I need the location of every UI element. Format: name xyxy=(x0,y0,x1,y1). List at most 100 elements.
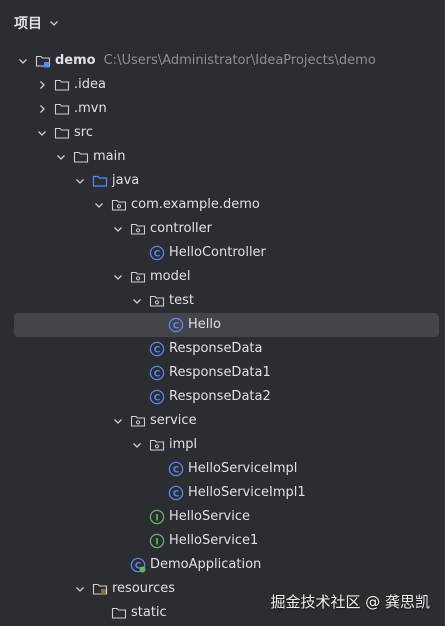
tree-node-label: .idea xyxy=(74,77,106,93)
interface-icon: I xyxy=(149,533,165,549)
tree-node[interactable]: impl xyxy=(0,433,445,457)
tree-node[interactable]: I HelloService xyxy=(0,505,445,529)
tree-node[interactable]: C ResponseData xyxy=(0,337,445,361)
tree-node[interactable]: C DemoApplication xyxy=(0,553,445,577)
tree-node[interactable]: java xyxy=(0,169,445,193)
node-name: ResponseData2 xyxy=(169,389,271,404)
tree-node-label: ResponseData xyxy=(169,341,262,357)
package-icon xyxy=(149,293,165,309)
node-name: ResponseData xyxy=(169,341,263,356)
folder-icon xyxy=(111,605,127,621)
chevron-right-icon[interactable] xyxy=(36,79,48,91)
tree-node-label: .mvn xyxy=(74,101,107,117)
tree-node[interactable]: src xyxy=(0,121,445,145)
svg-text:I: I xyxy=(155,513,158,523)
chevron-down-icon[interactable] xyxy=(74,175,86,187)
tree-node-label: static xyxy=(131,605,167,621)
interface-icon: I xyxy=(149,509,165,525)
tree-node-label: HelloServiceImpl1 xyxy=(188,485,306,501)
tree-node[interactable]: C HelloServiceImpl xyxy=(0,457,445,481)
svg-text:C: C xyxy=(173,465,180,475)
tree-node[interactable]: service xyxy=(0,409,445,433)
tree-node[interactable]: .mvn xyxy=(0,97,445,121)
tree-node[interactable]: C HelloServiceImpl1 xyxy=(0,481,445,505)
svg-text:C: C xyxy=(154,249,161,259)
tree-node[interactable]: main xyxy=(0,145,445,169)
node-name: HelloServiceImpl xyxy=(188,461,298,476)
class-icon: C xyxy=(168,461,184,477)
chevron-down-icon[interactable] xyxy=(36,127,48,139)
node-name: test xyxy=(169,293,194,308)
chevron-down-icon[interactable] xyxy=(17,55,29,67)
chevron-down-icon[interactable] xyxy=(74,583,86,595)
folder-icon xyxy=(54,101,70,117)
svg-text:C: C xyxy=(154,369,161,379)
class-icon: C xyxy=(149,245,165,261)
node-name: java xyxy=(112,173,140,188)
svg-text:I: I xyxy=(155,537,158,547)
folder-icon xyxy=(73,149,89,165)
tree-node-label: com.example.demo xyxy=(131,197,260,213)
chevron-down-icon[interactable] xyxy=(48,17,60,29)
chevron-down-icon[interactable] xyxy=(131,295,143,307)
folder-icon xyxy=(54,77,70,93)
tree-node-label: HelloService1 xyxy=(169,533,258,549)
svg-text:C: C xyxy=(154,345,161,355)
tree-node[interactable]: test xyxy=(0,289,445,313)
chevron-down-icon[interactable] xyxy=(55,151,67,163)
package-icon xyxy=(130,221,146,237)
node-name: HelloService1 xyxy=(169,533,259,548)
tree-node[interactable]: I HelloService1 xyxy=(0,529,445,553)
tree-node[interactable]: C ResponseData1 xyxy=(0,361,445,385)
svg-text:C: C xyxy=(154,393,161,403)
tree-node[interactable]: com.example.demo xyxy=(0,193,445,217)
tree-node[interactable]: C HelloController xyxy=(0,241,445,265)
module-folder-icon xyxy=(35,53,51,69)
node-name: DemoApplication xyxy=(150,557,262,572)
chevron-down-icon[interactable] xyxy=(131,439,143,451)
tree-node[interactable]: C Hello xyxy=(14,313,439,337)
node-name: HelloService xyxy=(169,509,250,524)
tree-node-label: controller xyxy=(150,221,212,237)
chevron-down-icon[interactable] xyxy=(93,199,105,211)
tree-node-label: model xyxy=(150,269,190,285)
tree-node[interactable]: controller xyxy=(0,217,445,241)
project-tree: demo C:\Users\Administrator\IdeaProjects\… xyxy=(0,49,445,625)
tree-node[interactable]: C ResponseData2 xyxy=(0,385,445,409)
panel-title[interactable]: 项目 xyxy=(14,13,42,33)
tree-node-label: DemoApplication xyxy=(150,557,261,573)
class-icon: C xyxy=(149,365,165,381)
node-name: src xyxy=(74,125,93,140)
tree-node[interactable]: model xyxy=(0,265,445,289)
chevron-down-icon[interactable] xyxy=(112,223,124,235)
tree-node-label: HelloService xyxy=(169,509,250,525)
node-name: HelloServiceImpl1 xyxy=(188,485,306,500)
folder-icon xyxy=(54,125,70,141)
tree-node-label: impl xyxy=(169,437,197,453)
class-icon: C xyxy=(149,341,165,357)
tree-node[interactable]: .idea xyxy=(0,73,445,97)
chevron-right-icon[interactable] xyxy=(36,103,48,115)
node-name: .idea xyxy=(74,77,106,92)
tree-node-label: main xyxy=(93,149,125,165)
resources-folder-icon xyxy=(92,581,108,597)
tree-node-label: Hello xyxy=(188,317,221,333)
tree-node-label: java xyxy=(112,173,139,189)
chevron-down-icon[interactable] xyxy=(112,415,124,427)
class-icon: C xyxy=(168,485,184,501)
source-folder-icon xyxy=(92,173,108,189)
node-name: com.example.demo xyxy=(131,197,260,212)
node-name: service xyxy=(150,413,197,428)
tree-node-label: HelloServiceImpl xyxy=(188,461,297,477)
package-icon xyxy=(111,197,127,213)
svg-text:C: C xyxy=(173,321,180,331)
chevron-down-icon[interactable] xyxy=(112,271,124,283)
node-name: Hello xyxy=(188,317,221,332)
spring-boot-class-icon: C xyxy=(130,557,146,573)
tree-node[interactable]: demo C:\Users\Administrator\IdeaProjects\… xyxy=(0,49,445,73)
tree-node-label: ResponseData1 xyxy=(169,365,271,381)
node-name: demo xyxy=(55,53,96,68)
tree-node-label: HelloController xyxy=(169,245,266,261)
node-name: resources xyxy=(112,581,176,596)
tree-node-label: src xyxy=(74,125,93,141)
